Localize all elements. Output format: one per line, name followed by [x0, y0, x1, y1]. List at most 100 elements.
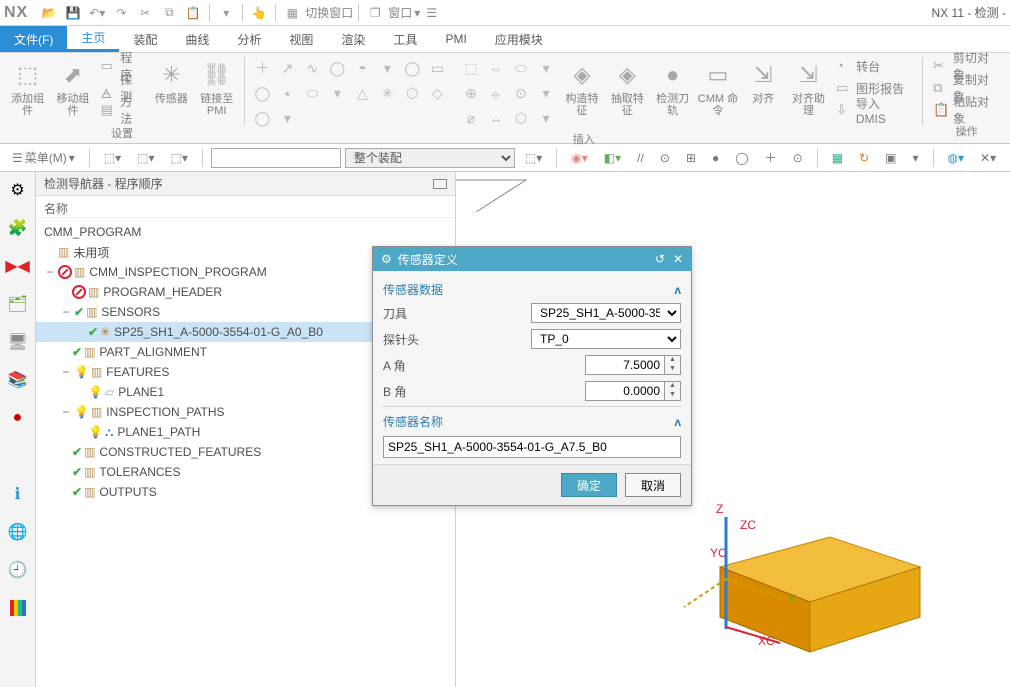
info-icon[interactable]: ℹ: [6, 482, 30, 506]
section-sensor-name[interactable]: 传感器名称ʌ: [383, 409, 681, 432]
gear-icon: ⚙: [381, 252, 392, 266]
sensor-button[interactable]: ✳传感器: [150, 55, 193, 123]
svg-text:ZC: ZC: [740, 518, 756, 532]
window-title: NX 11 - 检测 -: [932, 4, 1006, 21]
tab-pmi[interactable]: PMI: [431, 26, 480, 52]
books-icon[interactable]: 📚: [6, 368, 30, 392]
probe-icon[interactable]: ●: [6, 406, 30, 430]
paste-icon[interactable]: 📋: [182, 2, 204, 24]
tool-icon[interactable]: ◉▾: [565, 147, 594, 169]
tool-icon[interactable]: ◍▾: [942, 147, 971, 169]
turntable-button[interactable]: ◔转台: [832, 55, 916, 77]
b-angle-input[interactable]: [585, 381, 665, 401]
ok-button[interactable]: 确定: [561, 473, 617, 497]
cut-icon[interactable]: ✂: [134, 2, 156, 24]
tool-icon[interactable]: ▣: [879, 147, 902, 169]
a-angle-stepper[interactable]: ▲▼: [665, 355, 681, 375]
check-toolpath-button[interactable]: ●检测刀轨: [651, 55, 694, 123]
sel-icon[interactable]: ⬚▾: [131, 147, 160, 169]
navigator-title: 检测导航器 - 程序顺序: [44, 175, 163, 192]
machine-icon[interactable]: 🖥: [6, 330, 30, 354]
tab-tool[interactable]: 工具: [379, 26, 431, 52]
window-icon[interactable]: ❐: [364, 2, 386, 24]
assembly-select[interactable]: 整个装配: [345, 148, 515, 168]
tab-home[interactable]: 主页: [67, 26, 119, 52]
tab-analysis[interactable]: 分析: [223, 26, 275, 52]
history-icon[interactable]: 🕘: [6, 558, 30, 582]
reset-icon[interactable]: ↺: [655, 252, 665, 266]
link-pmi-button[interactable]: ⛓链接至 PMI: [195, 55, 238, 123]
switch-window-label[interactable]: 切换窗口: [305, 4, 353, 21]
tab-curve[interactable]: 曲线: [171, 26, 223, 52]
import-dmis-button[interactable]: ⇩导入 DMIS: [832, 99, 916, 121]
tool-icon[interactable]: ◧▾: [598, 147, 627, 169]
axis-icon[interactable]: ▶◀: [6, 254, 30, 278]
menu-button[interactable]: ☰ 菜单(M) ▾: [6, 147, 81, 169]
paste-object-button[interactable]: 📋粘贴对象: [929, 99, 1004, 121]
dialog-title: 传感器定义: [398, 251, 458, 268]
b-angle-label: B 角: [383, 383, 406, 400]
svg-text:Z: Z: [716, 502, 723, 516]
align-button[interactable]: ⇲对齐: [742, 55, 785, 123]
section-sensor-data[interactable]: 传感器数据ʌ: [383, 277, 681, 300]
add-component-button[interactable]: ⬚添加组件: [6, 55, 49, 123]
dialog-titlebar[interactable]: ⚙ 传感器定义 ↺ ✕: [373, 247, 691, 271]
align-helper-button[interactable]: ⇲对齐助理: [787, 55, 830, 123]
probe-select[interactable]: TP_0: [531, 329, 681, 349]
tab-render[interactable]: 渲染: [327, 26, 379, 52]
svg-text:YC: YC: [710, 546, 727, 560]
tool-icon[interactable]: ⊙: [654, 147, 676, 169]
redo-icon[interactable]: ↷: [110, 2, 132, 24]
tab-file[interactable]: 文件(F): [0, 26, 67, 52]
tree-root[interactable]: CMM_PROGRAM: [36, 222, 455, 242]
touch-icon[interactable]: 👆: [248, 2, 270, 24]
tab-view[interactable]: 视图: [275, 26, 327, 52]
pin-icon[interactable]: [433, 179, 447, 189]
model-3d: Z Y ZC XC YC: [680, 457, 940, 657]
switch-window-icon[interactable]: ▦: [281, 2, 303, 24]
move-component-button[interactable]: ⬈移动组件: [51, 55, 94, 123]
sensor-name-input[interactable]: [383, 436, 681, 458]
b-angle-stepper[interactable]: ▲▼: [665, 381, 681, 401]
undo-icon[interactable]: ↶▾: [86, 2, 108, 24]
tool-icon[interactable]: ↻: [853, 147, 875, 169]
save-icon[interactable]: 💾: [62, 2, 84, 24]
sel-icon[interactable]: ⬚▾: [98, 147, 127, 169]
ribbon-group-ops: ✂剪切对象 ⧉复制对象 📋粘贴对象 操作: [923, 53, 1010, 143]
tool-icon[interactable]: ＋: [759, 147, 783, 169]
sel-icon[interactable]: ⬚▾: [165, 147, 194, 169]
cmm-cmd-button[interactable]: ▭CMM 命令: [696, 55, 739, 123]
world-icon[interactable]: 🌐: [6, 520, 30, 544]
tool-icon[interactable]: //: [631, 147, 650, 169]
tool-select[interactable]: SP25_SH1_A-5000-35: [531, 303, 681, 323]
extract-feature-button[interactable]: ◈抽取特征: [606, 55, 649, 123]
tool-icon[interactable]: ⊙: [787, 147, 809, 169]
tool-icon[interactable]: ✕▾: [974, 147, 1002, 169]
build-feature-button[interactable]: ◈构造特征: [560, 55, 603, 123]
tool-icon[interactable]: ●: [706, 147, 725, 169]
open-icon[interactable]: 📂: [38, 2, 60, 24]
help-icon[interactable]: ▾: [215, 2, 237, 24]
tool-icon[interactable]: ⊞: [680, 147, 702, 169]
column-header[interactable]: 名称: [36, 196, 455, 218]
filter-input[interactable]: [211, 148, 341, 168]
shape-gallery[interactable]: ＋↗∿◯◓▾ ◯▭◯٭⬭▾ △✳⬡◇◯▾: [251, 55, 458, 129]
close-icon[interactable]: ✕: [673, 252, 683, 266]
tool-icon[interactable]: ▾: [906, 147, 924, 169]
method-button[interactable]: ▤方法: [97, 99, 148, 121]
a-angle-input[interactable]: [585, 355, 665, 375]
folder-icon[interactable]: 🧩: [6, 216, 30, 240]
tab-app[interactable]: 应用模块: [481, 26, 557, 52]
palette-icon[interactable]: [6, 596, 30, 620]
app-logo: NX: [4, 4, 28, 22]
layers-icon[interactable]: 🗂: [6, 292, 30, 316]
window-label[interactable]: 窗口: [388, 4, 412, 21]
copy-icon[interactable]: ⧉: [158, 2, 180, 24]
gear-icon[interactable]: ⚙: [6, 178, 30, 202]
tol-gallery[interactable]: ⬚⇔⬭▾ ⊕⦵⊙▾ ⌀↔⬡▾: [460, 55, 558, 129]
ribbon-group-insert: ＋↗∿◯◓▾ ◯▭◯٭⬭▾ △✳⬡◇◯▾ ⬚⇔⬭▾ ⊕⦵⊙▾ ⌀↔⬡▾ ◈构造特…: [245, 53, 922, 143]
cancel-button[interactable]: 取消: [625, 473, 681, 497]
tool-icon[interactable]: ◯: [729, 147, 754, 169]
tool-icon[interactable]: ⬚▾: [519, 147, 548, 169]
tool-icon[interactable]: ▦: [826, 147, 849, 169]
